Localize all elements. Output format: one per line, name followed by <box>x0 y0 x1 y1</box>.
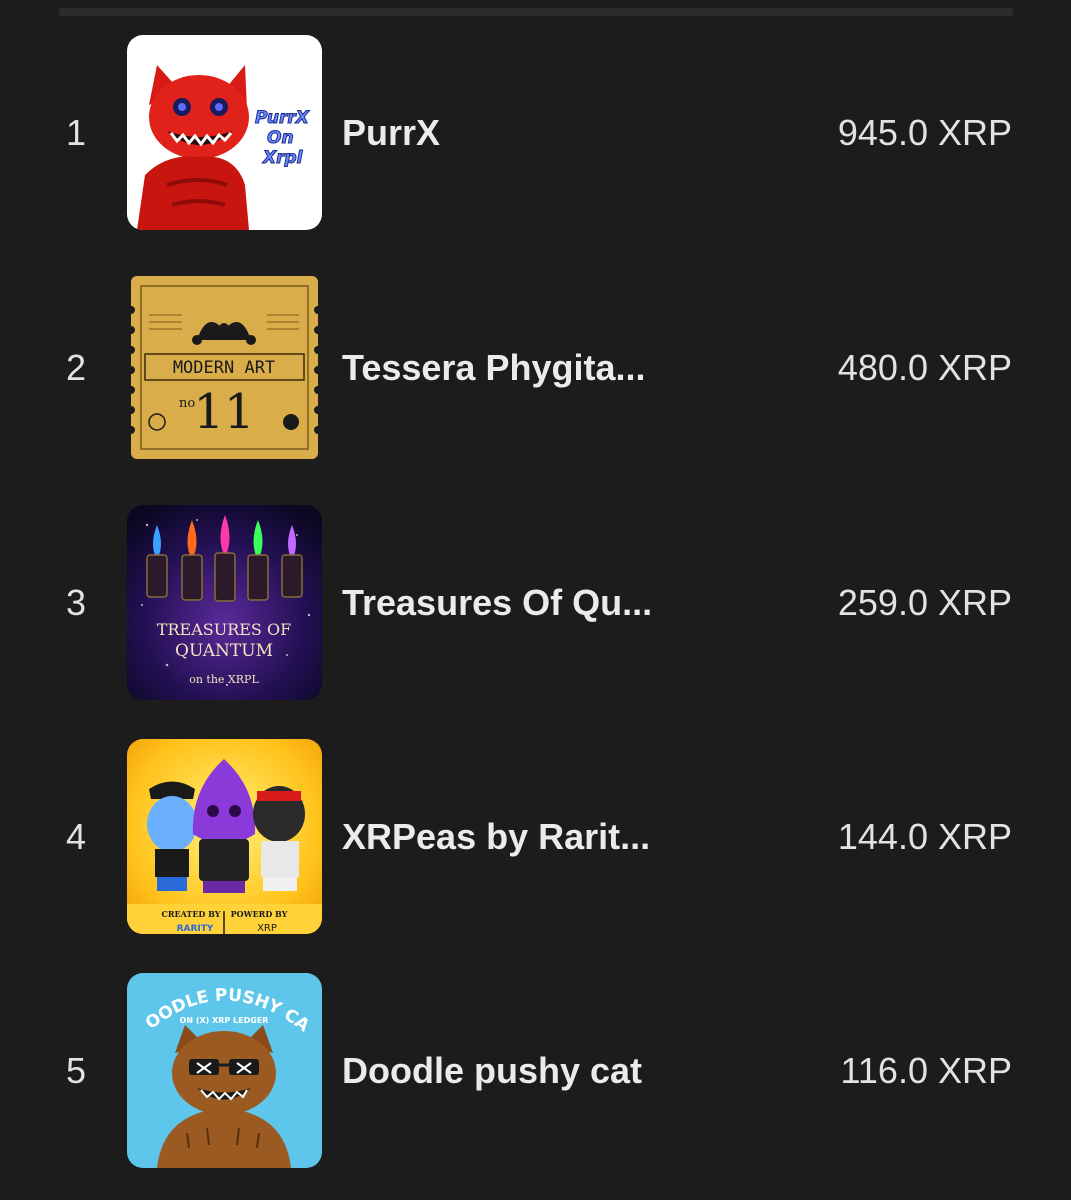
thumbnail-text: on the XRPL <box>189 673 259 686</box>
list-item[interactable]: 3 TREASURES OF QUANTUM on the XRPL Treas… <box>0 505 1071 701</box>
collection-price: 945.0 XRP <box>837 112 1012 153</box>
thumbnail-text: ON (X) XRP LEDGER <box>180 1016 269 1025</box>
collection-thumbnail-xrpeas[interactable]: CREATED BY POWERD BY RARITY XRP <box>127 739 322 934</box>
thumbnail-text: CREATED BY <box>162 909 221 919</box>
thumbnail-text: RARITY <box>177 924 214 934</box>
rank-number: 3 <box>66 582 87 623</box>
thumbnail-text: XRP <box>257 923 277 934</box>
thumbnail-text: POWERD BY <box>231 909 288 919</box>
thumbnail-text: Xrpl <box>262 148 304 168</box>
collection-thumbnail-tessera[interactable]: MODERN ART no 11 <box>127 270 322 465</box>
collection-thumbnail-treasures-of-quantum[interactable]: TREASURES OF QUANTUM on the XRPL <box>127 505 322 700</box>
collection-name: PurrX <box>342 112 441 153</box>
thumbnail-text: 11 <box>193 384 254 440</box>
collection-name: Treasures Of Qu... <box>342 582 653 623</box>
list-item[interactable]: 5 DOODLE PUSHY CAT ON (X) XRP LEDGER <box>0 973 1071 1169</box>
rank-number: 1 <box>66 112 87 153</box>
collection-thumbnail-purrx[interactable]: PurrX On Xrpl <box>127 35 322 230</box>
thumbnail-text: QUANTUM <box>175 641 273 661</box>
collection-name: Doodle pushy cat <box>342 1050 643 1091</box>
collection-name: Tessera Phygita... <box>342 347 646 388</box>
rank-number: 2 <box>66 347 87 388</box>
thumbnail-text: MODERN ART <box>173 358 275 378</box>
rank-number: 4 <box>66 816 87 857</box>
collection-thumbnail-doodle-pushy-cat[interactable]: DOODLE PUSHY CAT ON (X) XRP LEDGER <box>127 973 322 1168</box>
collection-price: 480.0 XRP <box>837 347 1012 388</box>
thumbnail-text: PurrX <box>255 108 310 128</box>
collection-name: XRPeas by Rarit... <box>342 816 651 857</box>
thumbnail-text: TREASURES OF <box>157 620 291 639</box>
list-item[interactable]: 1 PurrX On Xrpl PurrX 945.0 XRP <box>0 35 1071 231</box>
collection-price: 144.0 XRP <box>837 816 1012 857</box>
list-item[interactable]: 2 MODERN ART no 11 Tessera Phygita... 48… <box>0 270 1071 466</box>
thumbnail-text: On <box>267 128 294 148</box>
list-item[interactable]: 4 CREATED BY POWERD BY RARITY XRP XRPeas… <box>0 739 1071 935</box>
collection-price: 116.0 XRP <box>840 1050 1012 1091</box>
collection-ranking-list: 1 PurrX On Xrpl PurrX 945.0 XRP 2 MODERN… <box>0 0 1071 1200</box>
rank-number: 5 <box>66 1050 87 1091</box>
collection-price: 259.0 XRP <box>837 582 1012 623</box>
